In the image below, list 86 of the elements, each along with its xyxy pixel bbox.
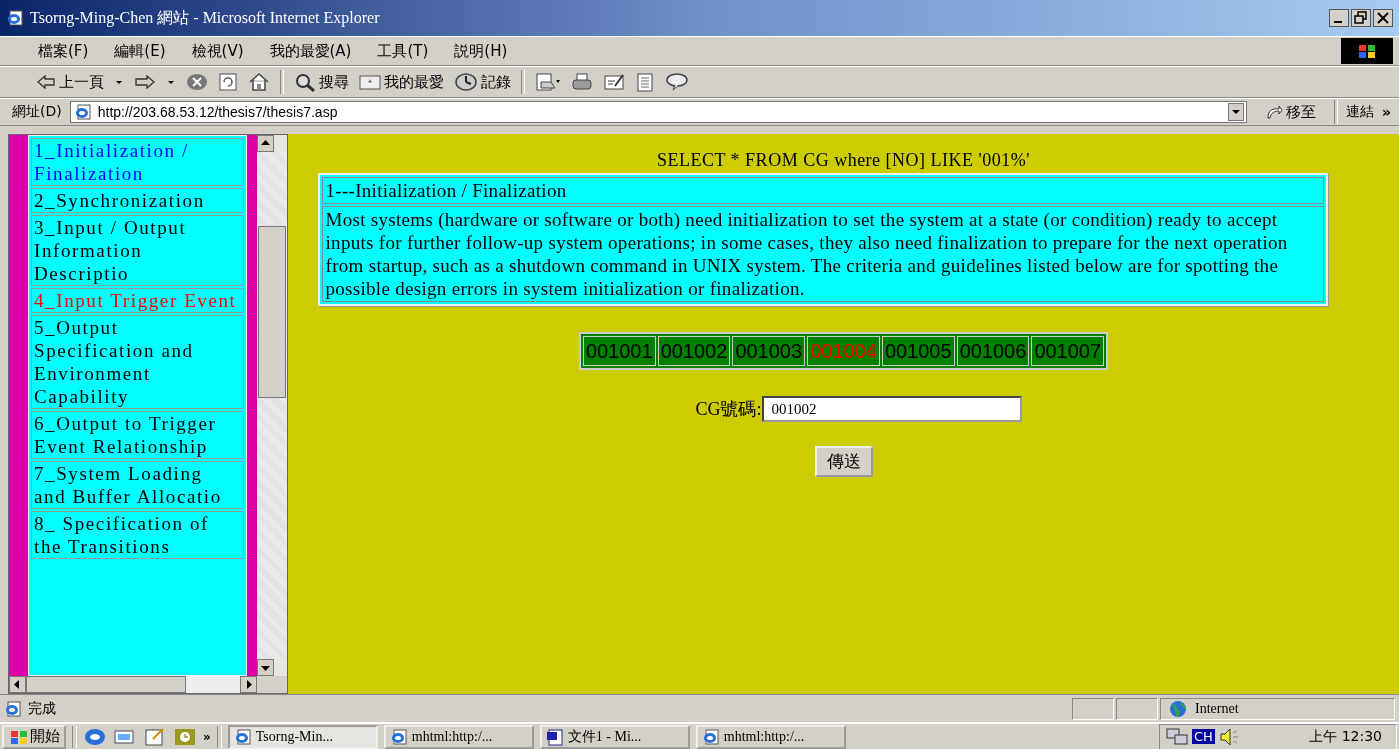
query-text: SELECT * FROM CG where [NO] LIKE '001%' <box>656 150 1031 171</box>
taskbar-button[interactable]: mhtml:http:/... <box>383 724 534 749</box>
left-arrow-icon <box>36 75 56 89</box>
page-icon <box>4 699 22 718</box>
vertical-scrollbar[interactable] <box>257 135 287 676</box>
nav-link[interactable]: 1_Initialization / Finalization <box>31 138 244 186</box>
nav-link[interactable]: 5_Output Specification and Environment Capability <box>31 315 244 409</box>
code-field[interactable]: 001002 <box>761 396 1022 422</box>
address-label: 網址(D) <box>12 103 62 121</box>
printer-icon[interactable] <box>571 72 593 92</box>
chevron-button[interactable]: » <box>1381 104 1391 120</box>
globe-icon <box>1169 699 1187 718</box>
history-button[interactable]: 記錄 <box>454 72 511 92</box>
network-icon <box>1166 726 1188 747</box>
scroll-thumb[interactable] <box>26 676 186 693</box>
browser-icon <box>6 9 24 27</box>
stop-icon[interactable] <box>186 72 208 92</box>
browser-icon[interactable] <box>83 726 107 747</box>
go-arrow-icon <box>1264 104 1283 120</box>
taskbar-button[interactable]: mhtml:http:/... <box>695 724 846 749</box>
restore-icon[interactable] <box>1351 9 1371 27</box>
section-heading: 1---Initialization / Finalization <box>321 177 1324 204</box>
right-arrow-icon[interactable] <box>134 75 156 89</box>
nav-link[interactable]: 8_ Specification of the Transitions <box>31 511 244 559</box>
speech-bubble-icon[interactable] <box>665 72 689 92</box>
nav-link[interactable]: 6_Output to Trigger Event Relationship <box>31 411 244 459</box>
description-text: Most systems (hardware or software or both) need initialization to set the system at a state (or condition) ready to accept inputs for further follow-up system operations; in some cases, they also need finalization to prepare for the next operation from startup, such as a shutdown command in UNIX system. The criteria and guidelines listed below are for spotting the possible design errors in system initialization or finalization. <box>321 206 1324 302</box>
status-pane <box>1072 697 1114 720</box>
taskbar-button[interactable]: 文件1 - Mi... <box>539 724 690 749</box>
windows-flag-icon <box>1356 43 1378 59</box>
taskbar-button[interactable]: Tsorng-Min... <box>227 724 378 749</box>
scroll-thumb[interactable] <box>258 226 286 398</box>
menu-item[interactable]: 我的最愛(A) <box>269 41 352 61</box>
menu-item[interactable]: 編輯(E) <box>114 41 166 61</box>
scroll-left-icon[interactable] <box>9 676 26 693</box>
menu-item[interactable]: 檔案(F) <box>38 41 89 61</box>
dropdown-icon[interactable] <box>1227 103 1244 121</box>
status-pane <box>1116 697 1158 720</box>
window-title: Tsorng-Ming-Chen 網站 - Microsoft Internet Explorer <box>30 7 380 29</box>
scrollbar-corner <box>257 676 287 693</box>
input-method-indicator[interactable]: CH <box>1192 729 1215 744</box>
scroll-down-icon[interactable] <box>257 659 274 676</box>
windows-flag-icon <box>8 728 28 745</box>
edit-icon[interactable] <box>603 72 625 92</box>
clock-text: 上午 12:30 <box>1309 727 1382 746</box>
code-link[interactable]: 001001 <box>582 336 656 366</box>
search-icon <box>294 72 316 92</box>
back-button[interactable]: 上一頁 <box>36 72 104 92</box>
start-button[interactable]: 開始 <box>2 724 66 749</box>
menu-item[interactable]: 檢視(V) <box>191 41 244 61</box>
refresh-icon[interactable] <box>218 72 238 92</box>
submit-button[interactable]: 傳送 <box>814 446 873 477</box>
home-icon[interactable] <box>248 72 270 92</box>
page-icon <box>73 103 92 121</box>
browser-icon <box>701 727 720 746</box>
horizontal-scrollbar[interactable] <box>9 676 287 693</box>
close-icon[interactable] <box>1373 9 1393 27</box>
code-link[interactable]: 001002 <box>657 336 731 366</box>
status-text: 完成 <box>28 699 56 718</box>
minimize-icon[interactable] <box>1329 9 1349 27</box>
code-link[interactable]: 001007 <box>1031 336 1105 366</box>
address-field[interactable]: http://203.68.53.12/thesis7/thesis7.asp <box>69 101 1247 123</box>
field-label: CG號碼: <box>695 398 762 421</box>
document-icon <box>545 727 564 746</box>
go-button[interactable]: 移至 <box>1254 102 1326 122</box>
notepad-icon[interactable] <box>143 726 167 747</box>
document-icon[interactable] <box>635 72 655 92</box>
zone-text: Internet <box>1195 700 1239 717</box>
code-link[interactable]: 001006 <box>956 336 1030 366</box>
search-button[interactable]: 搜尋 <box>294 72 349 92</box>
chevron-button[interactable]: » <box>203 729 211 744</box>
scroll-up-icon[interactable] <box>257 135 274 152</box>
clock-icon <box>454 72 478 92</box>
menu-item[interactable]: 工具(T) <box>377 41 429 61</box>
browser-icon <box>233 727 252 746</box>
menu-item[interactable]: 説明(H) <box>454 41 508 61</box>
scroll-right-icon[interactable] <box>240 676 257 693</box>
links-label[interactable]: 連結 <box>1345 103 1374 121</box>
speaker-icon[interactable] <box>1218 726 1239 747</box>
browser-icon <box>389 727 408 746</box>
nav-link[interactable]: 3_Input / Output Information Descriptio <box>31 215 244 286</box>
favorites-button[interactable]: 我的最愛 <box>359 72 444 92</box>
code-link[interactable]: 001003 <box>732 336 806 366</box>
nav-link[interactable]: 7_System Loading and Buffer Allocatio <box>31 461 244 509</box>
code-link[interactable]: 001005 <box>881 336 955 366</box>
nav-link[interactable]: 2_Synchronization <box>31 188 244 213</box>
